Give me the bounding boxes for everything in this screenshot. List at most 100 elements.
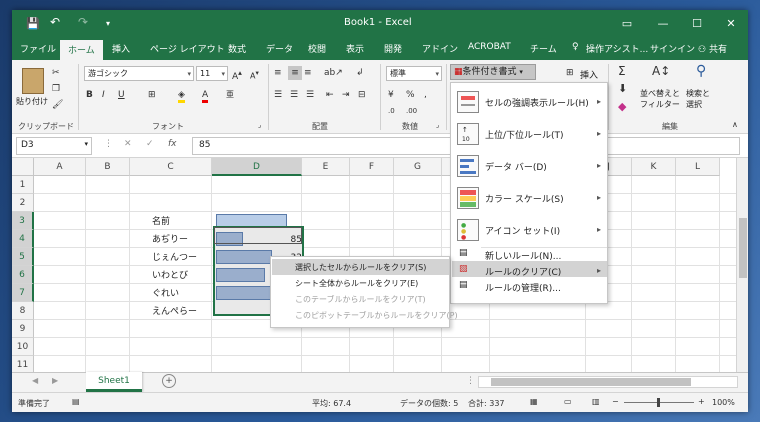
- row-header-6[interactable]: 6: [12, 266, 34, 284]
- clear-rules-entire-sheet[interactable]: シート全体からルールをクリア(E): [295, 278, 418, 289]
- tell-me-box[interactable]: 操作アシスト...: [586, 42, 648, 55]
- decrease-decimal-icon[interactable]: .00: [406, 104, 417, 118]
- zoom-level[interactable]: 100%: [712, 398, 735, 407]
- prev-sheet-icon[interactable]: ◀: [32, 376, 38, 385]
- sheet-tab-split-icon[interactable]: ⋮: [466, 376, 475, 386]
- enter-icon[interactable]: ✓: [146, 139, 154, 149]
- column-header-l[interactable]: L: [676, 158, 720, 176]
- increase-indent-icon[interactable]: ⇥: [342, 88, 350, 102]
- tab-team[interactable]: チーム: [530, 42, 557, 55]
- tab-home[interactable]: ホーム: [60, 40, 103, 60]
- menu-highlight-cells-rules[interactable]: セルの強調表示ルール(H): [485, 96, 589, 109]
- tab-addins[interactable]: アドイン: [422, 42, 458, 55]
- row-header-9[interactable]: 9: [12, 320, 34, 338]
- cell-c3[interactable]: あぢりー: [152, 231, 188, 249]
- tab-file[interactable]: ファイル: [20, 42, 56, 55]
- align-left-icon[interactable]: ☰: [274, 88, 282, 102]
- tab-view[interactable]: 表示: [346, 42, 364, 55]
- column-header-c[interactable]: C: [130, 158, 212, 176]
- tab-page-layout[interactable]: ページ レイアウト: [150, 42, 225, 55]
- page-layout-view-icon[interactable]: ▭: [564, 397, 572, 406]
- italic-button[interactable]: I: [102, 88, 105, 102]
- hscroll-thumb[interactable]: [491, 378, 691, 386]
- increase-decimal-icon[interactable]: .0: [388, 104, 395, 118]
- status-sum[interactable]: 合計: 337: [468, 398, 505, 409]
- zoom-slider-thumb[interactable]: [657, 398, 660, 407]
- close-button[interactable]: ✕: [716, 14, 746, 34]
- column-header-a[interactable]: A: [34, 158, 86, 176]
- column-header-g[interactable]: G: [394, 158, 442, 176]
- font-size-combo[interactable]: 11 ▾: [196, 66, 228, 81]
- row-header-5[interactable]: 5: [12, 248, 34, 266]
- clear-rules-pivot[interactable]: このピボットテーブルからルールをクリア(P): [295, 310, 458, 321]
- menu-top-bottom-rules[interactable]: 上位/下位ルール(T): [485, 128, 564, 141]
- sort-filter-icon[interactable]: A↕: [652, 64, 670, 78]
- borders-icon[interactable]: ⊞: [148, 88, 156, 102]
- select-all-button[interactable]: [12, 158, 34, 176]
- font-color-icon[interactable]: A: [202, 88, 209, 103]
- tab-developer[interactable]: 開発: [384, 42, 402, 55]
- align-center-icon[interactable]: ☰: [290, 88, 298, 102]
- align-bottom-icon[interactable]: ≡: [304, 66, 312, 80]
- share-button[interactable]: ⚇ 共有: [698, 42, 727, 55]
- autosum-icon[interactable]: Σ: [618, 64, 626, 78]
- tab-insert[interactable]: 挿入: [112, 42, 130, 55]
- insert-cells-button[interactable]: 挿入: [580, 68, 598, 81]
- column-header-b[interactable]: B: [86, 158, 130, 176]
- options-icon[interactable]: ⋮: [104, 139, 113, 149]
- column-header-d[interactable]: D: [212, 158, 302, 176]
- clear-rules-selected-cells[interactable]: 選択したセルからルールをクリア(S): [295, 262, 426, 273]
- maximize-button[interactable]: ☐: [682, 14, 712, 34]
- tab-formulas[interactable]: 数式: [228, 42, 246, 55]
- collapse-ribbon-icon[interactable]: ∧: [732, 118, 738, 132]
- minimize-button[interactable]: —: [648, 14, 678, 34]
- tab-review[interactable]: 校閲: [308, 42, 326, 55]
- row-header-3[interactable]: 3: [12, 212, 34, 230]
- name-box[interactable]: D3 ▾: [16, 137, 92, 155]
- cell-c5[interactable]: いわとび: [152, 267, 188, 285]
- align-middle-icon[interactable]: ≡: [288, 66, 302, 80]
- sort-filter-button[interactable]: 並べ替えと フィルター: [640, 88, 680, 110]
- phonetic-icon[interactable]: 亜: [226, 88, 234, 102]
- column-header-k[interactable]: K: [632, 158, 676, 176]
- column-header-e[interactable]: E: [302, 158, 350, 176]
- menu-data-bars[interactable]: データ バー(D): [485, 160, 547, 173]
- vertical-scrollbar[interactable]: [736, 158, 748, 372]
- find-icon[interactable]: ⚲: [696, 64, 706, 78]
- page-break-view-icon[interactable]: ▥: [592, 397, 600, 406]
- undo-icon[interactable]: ↶: [50, 15, 60, 29]
- number-format-combo[interactable]: 標準 ▾: [386, 66, 442, 81]
- zoom-out-icon[interactable]: −: [612, 397, 619, 406]
- format-painter-icon[interactable]: 🖌: [52, 98, 63, 112]
- normal-view-icon[interactable]: ▦: [530, 397, 538, 406]
- align-right-icon[interactable]: ☰: [306, 88, 314, 102]
- font-name-combo[interactable]: 游ゴシック ▾: [84, 66, 194, 81]
- cancel-icon[interactable]: ✕: [124, 139, 132, 149]
- zoom-slider[interactable]: [624, 398, 694, 407]
- cell-c2[interactable]: 名前: [152, 213, 170, 231]
- insert-cells-icon[interactable]: ⊞: [566, 66, 574, 80]
- row-header-7[interactable]: 7: [12, 284, 34, 302]
- find-select-button[interactable]: 検索と 選択: [686, 88, 710, 110]
- add-sheet-button[interactable]: +: [162, 374, 176, 388]
- row-header-4[interactable]: 4: [12, 230, 34, 248]
- row-header-10[interactable]: 10: [12, 338, 34, 356]
- menu-clear-rules[interactable]: ルールのクリア(C): [485, 265, 561, 278]
- paste-button[interactable]: 貼り付け: [16, 96, 48, 107]
- zoom-in-icon[interactable]: +: [698, 397, 705, 406]
- sign-in-link[interactable]: サインイン: [650, 42, 695, 55]
- increase-font-icon[interactable]: A▴: [232, 66, 242, 84]
- underline-button[interactable]: U: [118, 88, 125, 102]
- column-header-f[interactable]: F: [350, 158, 394, 176]
- insert-function-button[interactable]: fx: [168, 139, 177, 149]
- next-sheet-icon[interactable]: ▶: [52, 376, 58, 385]
- orientation-icon[interactable]: ab↗: [324, 66, 343, 80]
- bold-button[interactable]: B: [86, 88, 93, 102]
- row-header-1[interactable]: 1: [12, 176, 34, 194]
- ribbon-display-icon[interactable]: ▭: [612, 14, 642, 34]
- macro-record-icon[interactable]: ▤: [72, 397, 80, 406]
- cut-icon[interactable]: ✂: [52, 66, 60, 80]
- wrap-text-icon[interactable]: ↲: [356, 66, 364, 80]
- horizontal-scrollbar[interactable]: [478, 376, 738, 388]
- menu-color-scales[interactable]: カラー スケール(S): [485, 192, 564, 205]
